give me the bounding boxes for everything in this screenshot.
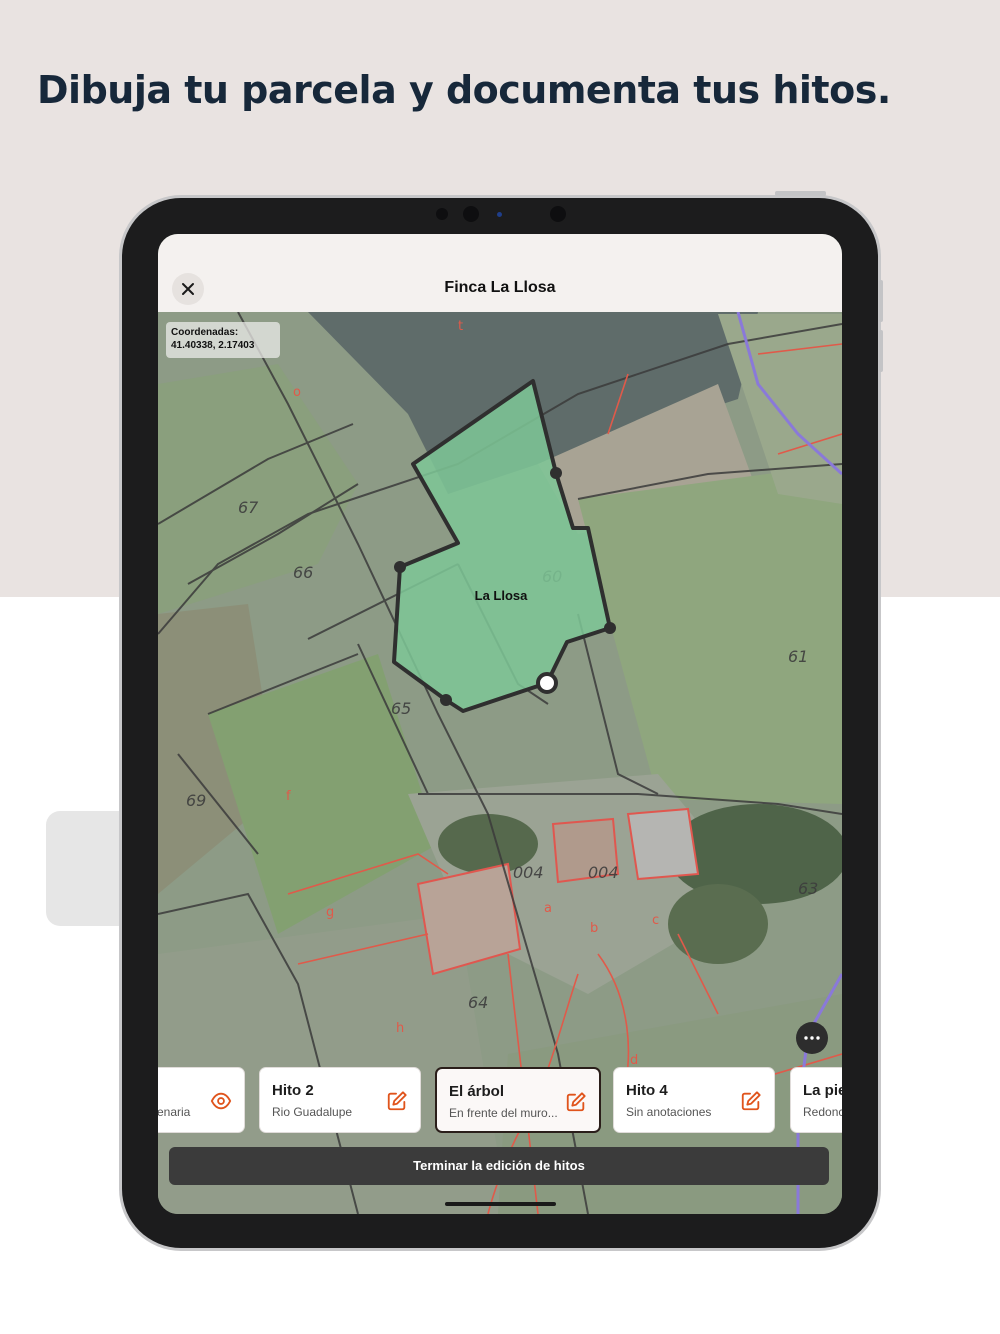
edit-icon[interactable] [740,1090,762,1112]
milestone-title: El árbol [449,1083,505,1100]
tree-cluster [668,884,768,964]
app-screen: Finca La Llosa Coordenadas: 41.40338, 2.… [158,234,842,1214]
vertex-handle[interactable] [604,622,616,634]
milestone-card[interactable]: enaria [158,1067,245,1133]
milestone-subtitle: enaria [158,1105,191,1119]
plot-number: 66 [293,563,313,582]
cadastre-letter: d [630,1053,638,1068]
sensor-dot-icon [497,212,502,217]
milestone-carousel[interactable]: enaria Hito 2 Rio Guadalupe El árbol En … [158,1067,842,1135]
cadastre-letter: f [286,789,291,804]
milestone-card[interactable]: Hito 2 Rio Guadalupe [259,1067,421,1133]
plot-number: 64 [468,993,488,1012]
vertex-handle[interactable] [550,467,562,479]
plot-number: 65 [391,699,411,718]
more-icon [804,1036,820,1040]
edit-icon[interactable] [565,1091,587,1113]
cadastre-letter: g [326,905,334,920]
milestone-subtitle: Rio Guadalupe [272,1105,353,1119]
milestone-title: Hito 4 [626,1082,668,1099]
vertex-handle[interactable] [394,561,406,573]
coordinates-readout: Coordenadas: 41.40338, 2.17403 [166,322,280,358]
cadastre-letter: o [293,385,301,400]
milestone-title: Hito 2 [272,1082,314,1099]
milestone-card[interactable]: La pie Redonc [790,1067,842,1133]
more-options-button[interactable] [796,1022,828,1054]
camera-icon [463,206,479,222]
coordinates-value: 41.40338, 2.17403 [171,340,255,351]
cadastre-letter: a [544,901,552,916]
milestone-subtitle: Redonc [803,1105,842,1119]
sensor-icon [436,208,448,220]
eye-icon[interactable] [210,1090,232,1112]
coordinates-label: Coordenadas: [171,327,239,338]
cadastre-letter: h [396,1021,404,1036]
cadastre-letter: b [590,921,598,936]
milestone-title: La pie [803,1082,842,1099]
volume-down-button [879,330,883,372]
plot-number: 004 [513,863,544,882]
edit-icon[interactable] [386,1090,408,1112]
plot-number: 63 [798,879,818,898]
sheet-header: Finca La Llosa [158,234,842,312]
finish-editing-button[interactable]: Terminar la edición de hitos [169,1147,829,1185]
plot-number: 61 [788,647,808,666]
volume-up-button [879,280,883,322]
page-headline: Dibuja tu parcela y documenta tus hitos. [37,68,891,112]
sensor-icon [550,206,566,222]
milestone-card[interactable]: Hito 4 Sin anotaciones [613,1067,775,1133]
milestone-subtitle: Sin anotaciones [626,1105,712,1119]
home-indicator [445,1202,556,1206]
plot-number: 004 [588,863,619,882]
plot-number: 69 [186,791,206,810]
plot-number: 67 [238,498,259,517]
cadastre-letter: c [652,913,659,928]
building [626,807,700,881]
milestone-subtitle: En frente del muro... [449,1106,558,1120]
tablet-top-button [775,191,826,196]
vertex-handle[interactable] [440,694,452,706]
parcel-label: La Llosa [475,588,529,603]
selected-vertex-handle[interactable] [536,672,558,694]
milestone-card-selected[interactable]: El árbol En frente del muro... [435,1067,601,1133]
cadastre-letter: t [458,319,463,334]
sheet-title: Finca La Llosa [444,279,556,296]
